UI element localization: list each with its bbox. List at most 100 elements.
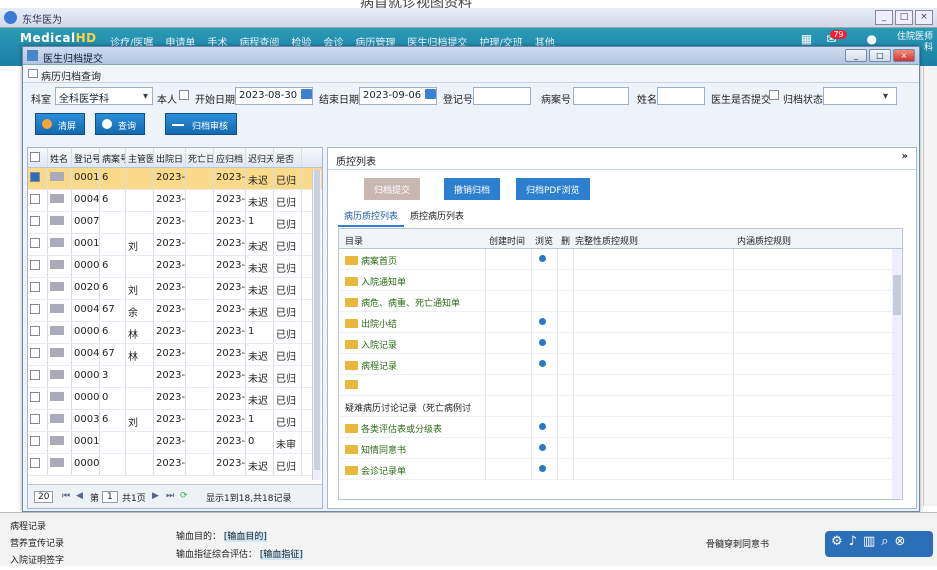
- column-header[interactable]: 病案号: [100, 148, 126, 167]
- table-row[interactable]: 0004 6 2023- 2023- 未迟 已归: [28, 190, 322, 212]
- dialog-minimize-button[interactable]: _: [845, 49, 867, 62]
- column-header[interactable]: 是否: [274, 148, 302, 167]
- tree-item[interactable]: 知情同意书: [339, 438, 902, 459]
- archive-dialog: 医生归档提交 _ □ × 病历归档查询 科室 全科医学科 ▾ 本人 开始日期 2…: [22, 46, 920, 512]
- column-header[interactable]: 迟归天: [246, 148, 274, 167]
- archive-pdf-button[interactable]: 归档PDF浏览: [516, 178, 590, 200]
- cancel-archive-button[interactable]: 撤销归档: [444, 178, 501, 200]
- maximize-button[interactable]: □: [895, 10, 913, 25]
- table-row[interactable]: 0001 6 2023- 2023- 未迟 已归: [28, 168, 322, 190]
- submitted-checkbox[interactable]: [769, 90, 779, 100]
- calendar-icon[interactable]: [301, 89, 312, 99]
- table-row[interactable]: 0001 刘 2023- 2023- 未迟 已归: [28, 234, 322, 256]
- name-input[interactable]: [657, 87, 705, 105]
- view-icon[interactable]: [539, 465, 546, 472]
- tree-item[interactable]: 会诊记录单: [339, 459, 902, 480]
- tree-item[interactable]: 各类评估表或分级表: [339, 417, 902, 438]
- tab-case-list[interactable]: 质控病历列表: [404, 206, 470, 227]
- chevron-down-icon[interactable]: ▾: [143, 91, 148, 102]
- view-icon[interactable]: [539, 318, 546, 325]
- list-item[interactable]: 入院证明签字: [10, 553, 64, 570]
- scrollbar-thumb[interactable]: [314, 170, 320, 470]
- row-checkbox[interactable]: [28, 278, 48, 299]
- page-input[interactable]: 1: [102, 491, 118, 503]
- user-icon[interactable]: ●: [867, 32, 877, 46]
- table-row[interactable]: 0020 6 刘 2023- 2023- 未迟 已归: [28, 278, 322, 300]
- dialog-maximize-button[interactable]: □: [869, 49, 891, 62]
- list-item[interactable]: 病程记录: [10, 519, 64, 536]
- tree-item[interactable]: 疑难病历讨论记录（死亡病例讨: [339, 396, 902, 417]
- column-header[interactable]: 出院日: [154, 148, 186, 167]
- tree-item[interactable]: [339, 375, 902, 396]
- table-row[interactable]: 0000 6 2023- 2023- 未迟 已归: [28, 256, 322, 278]
- page-size-select[interactable]: 20: [34, 491, 54, 503]
- tree-item[interactable]: 病危、病重、死亡通知单: [339, 291, 902, 312]
- table-row[interactable]: 0000 0 2023- 2023- 未迟 已归: [28, 388, 322, 410]
- tree-item[interactable]: 出院小结: [339, 312, 902, 333]
- row-checkbox[interactable]: [28, 212, 48, 233]
- right-doc-item[interactable]: 骨髓穿刺同意书: [706, 537, 769, 550]
- prev-page-icon[interactable]: ◀: [76, 491, 83, 501]
- row-checkbox[interactable]: [28, 344, 48, 365]
- view-icon[interactable]: [539, 444, 546, 451]
- grid-icon[interactable]: ▦: [801, 32, 812, 46]
- row-checkbox[interactable]: [28, 234, 48, 255]
- tab-qc-list[interactable]: 病历质控列表: [338, 206, 405, 227]
- close-window-button[interactable]: ×: [915, 10, 933, 25]
- next-page-icon[interactable]: ▶: [152, 491, 159, 501]
- chevron-down-icon[interactable]: ▾: [883, 91, 888, 102]
- minimize-button[interactable]: _: [875, 10, 893, 25]
- table-row[interactable]: 0007 2023- 2023- 1 已归: [28, 212, 322, 234]
- select-all-cell[interactable]: [28, 148, 48, 167]
- mail-icon[interactable]: ✉79: [826, 30, 852, 46]
- archive-audit-button[interactable]: 归档审核: [165, 113, 238, 135]
- table-row[interactable]: 0000 6 林 2023- 2023- 1 已归: [28, 322, 322, 344]
- tree-item[interactable]: 病案首页: [339, 249, 902, 270]
- table-scrollbar[interactable]: [312, 170, 321, 480]
- calendar-icon[interactable]: [425, 89, 436, 99]
- row-checkbox[interactable]: [28, 322, 48, 343]
- table-row[interactable]: 0003 6 刘 2023- 2023- 1 已归: [28, 410, 322, 432]
- toolbar-icons[interactable]: ⚙♪▥⌕⊗: [825, 531, 933, 557]
- first-page-icon[interactable]: ⏮: [62, 491, 70, 501]
- column-header[interactable]: 死亡日: [186, 148, 214, 167]
- table-row[interactable]: 0004 67 余 2023- 2023- 未迟 已归: [28, 300, 322, 322]
- dialog-close-button[interactable]: ×: [893, 49, 915, 62]
- column-header[interactable]: 登记号: [72, 148, 100, 167]
- archive-submit-button[interactable]: 归档提交: [364, 178, 421, 200]
- tree-item[interactable]: 入院记录: [339, 333, 902, 354]
- refresh-icon[interactable]: ⟳: [180, 491, 188, 501]
- row-checkbox[interactable]: [28, 190, 48, 211]
- tree-item[interactable]: 病程记录: [339, 354, 902, 375]
- table-row[interactable]: 0001 2023- 2023- 0 未审: [28, 432, 322, 454]
- view-icon[interactable]: [539, 339, 546, 346]
- view-icon[interactable]: [539, 255, 546, 262]
- row-checkbox[interactable]: [28, 388, 48, 409]
- list-item[interactable]: 营养宣传记录: [10, 536, 64, 553]
- self-checkbox[interactable]: [179, 90, 189, 100]
- tree-item[interactable]: 入院通知单: [339, 270, 902, 291]
- view-icon[interactable]: [539, 423, 546, 430]
- clear-button[interactable]: 清屏: [35, 113, 86, 135]
- table-row[interactable]: 0000 3 2023- 2023- 未迟 已归: [28, 366, 322, 388]
- query-button[interactable]: 查询: [95, 113, 146, 135]
- row-checkbox[interactable]: [28, 300, 48, 321]
- column-header[interactable]: 应归档: [214, 148, 246, 167]
- row-checkbox[interactable]: [28, 366, 48, 387]
- view-icon[interactable]: [539, 360, 546, 367]
- dept-select[interactable]: 全科医学科: [55, 87, 153, 105]
- row-checkbox[interactable]: [28, 410, 48, 431]
- reg-no-input[interactable]: [473, 87, 531, 105]
- table-row[interactable]: 0004 67 林 2023- 2023- 未迟 已归: [28, 344, 322, 366]
- column-header[interactable]: 主管医: [126, 148, 154, 167]
- collapse-icon[interactable]: »: [902, 151, 908, 162]
- case-no-input[interactable]: [573, 87, 629, 105]
- tree-scrollbar[interactable]: [892, 249, 902, 499]
- row-checkbox[interactable]: [28, 454, 48, 475]
- row-checkbox[interactable]: [28, 256, 48, 277]
- row-checkbox[interactable]: [28, 432, 48, 453]
- column-header[interactable]: 姓名: [48, 148, 72, 167]
- row-checkbox[interactable]: [28, 168, 48, 189]
- last-page-icon[interactable]: ⏭: [166, 491, 174, 501]
- table-row[interactable]: 0000 2023- 2023- 未迟 已归: [28, 454, 322, 476]
